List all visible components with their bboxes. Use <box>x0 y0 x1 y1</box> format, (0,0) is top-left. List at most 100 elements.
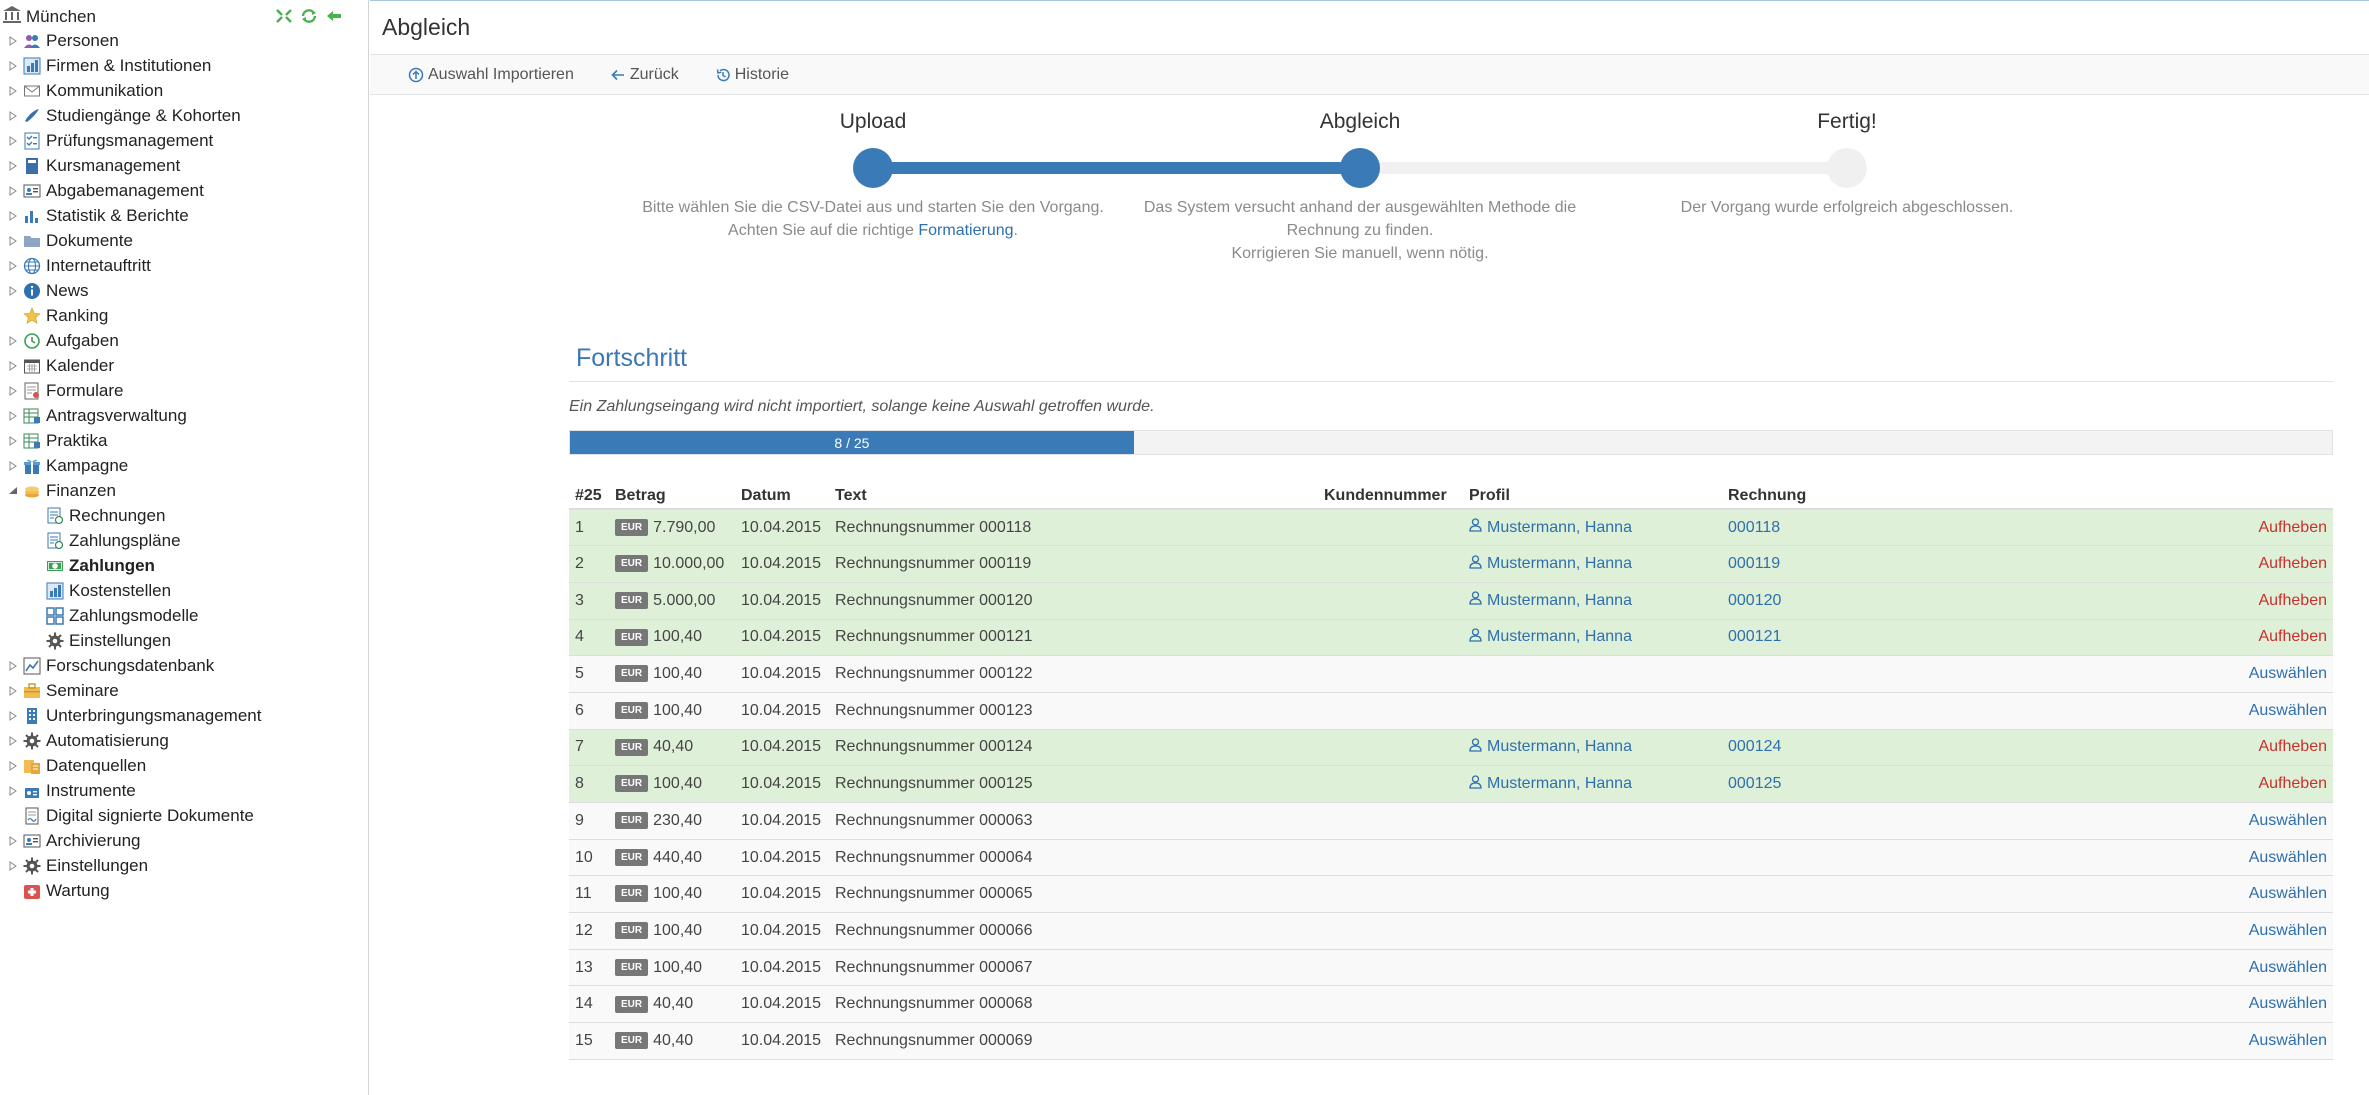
sidebar-item-datenquellen[interactable]: Datenquellen <box>0 753 368 778</box>
invoice-link[interactable]: 000125 <box>1728 775 1781 792</box>
invoice-link[interactable]: 000120 <box>1728 592 1781 609</box>
tree-root[interactable]: München <box>0 4 96 29</box>
sidebar-item-wartung[interactable]: Wartung <box>0 878 368 903</box>
history-button[interactable]: Historie <box>715 66 789 84</box>
caret-right-icon[interactable] <box>6 459 20 473</box>
select-button[interactable]: Auswählen <box>2249 959 2327 976</box>
sidebar-item-kommunikation[interactable]: Kommunikation <box>0 78 368 103</box>
caret-right-icon[interactable] <box>6 384 20 398</box>
sidebar-item-zahlungen[interactable]: Zahlungen <box>0 553 368 578</box>
caret-right-icon[interactable] <box>6 184 20 198</box>
caret-right-icon[interactable] <box>6 284 20 298</box>
select-button[interactable]: Auswählen <box>2249 702 2327 719</box>
select-button[interactable]: Auswählen <box>2249 812 2327 829</box>
profile-link[interactable]: Mustermann, Hanna <box>1469 775 1632 794</box>
profile-link[interactable]: Mustermann, Hanna <box>1469 738 1632 757</box>
caret-right-icon[interactable] <box>6 359 20 373</box>
cell-invoice <box>1722 1022 1922 1060</box>
collapse-icon[interactable] <box>324 8 343 24</box>
sidebar-item-prüfungsmanagement[interactable]: Prüfungsmanagement <box>0 128 368 153</box>
select-button[interactable]: Auswählen <box>2249 849 2327 866</box>
expand-all-icon[interactable] <box>274 8 293 24</box>
remove-selection-button[interactable]: Aufheben <box>2258 738 2327 755</box>
sidebar-item-finanzen[interactable]: Finanzen <box>0 478 368 503</box>
sidebar-item-kampagne[interactable]: Kampagne <box>0 453 368 478</box>
currency-badge: EUR <box>615 1032 649 1050</box>
caret-right-icon[interactable] <box>6 684 20 698</box>
sidebar-item-statistik-berichte[interactable]: Statistik & Berichte <box>0 203 368 228</box>
sidebar-item-unterbringungsmanagement[interactable]: Unterbringungsmanagement <box>0 703 368 728</box>
profile-link[interactable]: Mustermann, Hanna <box>1469 628 1632 647</box>
refresh-icon[interactable] <box>299 8 318 24</box>
remove-selection-button[interactable]: Aufheben <box>2258 592 2327 609</box>
caret-right-icon[interactable] <box>6 659 20 673</box>
remove-selection-button[interactable]: Aufheben <box>2258 555 2327 572</box>
sidebar-item-studiengänge-kohorten[interactable]: Studiengänge & Kohorten <box>0 103 368 128</box>
caret-right-icon[interactable] <box>6 159 20 173</box>
formatting-link[interactable]: Formatierung <box>918 222 1013 239</box>
caret-right-icon[interactable] <box>6 84 20 98</box>
sidebar-item-formulare[interactable]: Formulare <box>0 378 368 403</box>
caret-down-icon[interactable] <box>6 484 20 498</box>
cell-invoice <box>1722 875 1922 914</box>
sidebar-item-zahlungsmodelle[interactable]: Zahlungsmodelle <box>0 603 368 628</box>
select-button[interactable]: Auswählen <box>2249 1032 2327 1049</box>
caret-right-icon[interactable] <box>6 109 20 123</box>
caret-right-icon[interactable] <box>6 709 20 723</box>
sidebar-item-zahlungspläne[interactable]: Zahlungspläne <box>0 528 368 553</box>
caret-right-icon[interactable] <box>6 59 20 73</box>
sidebar-item-ranking[interactable]: Ranking <box>0 303 368 328</box>
sidebar-item-firmen-institutionen[interactable]: Firmen & Institutionen <box>0 53 368 78</box>
caret-right-icon[interactable] <box>6 209 20 223</box>
cell-profile: Mustermann, Hanna <box>1463 509 1722 547</box>
sidebar-item-praktika[interactable]: Praktika <box>0 428 368 453</box>
caret-right-icon[interactable] <box>6 134 20 148</box>
invoice-link[interactable]: 000121 <box>1728 628 1781 645</box>
caret-right-icon[interactable] <box>6 859 20 873</box>
caret-right-icon[interactable] <box>6 409 20 423</box>
caret-right-icon[interactable] <box>6 334 20 348</box>
select-button[interactable]: Auswählen <box>2249 922 2327 939</box>
back-button[interactable]: Zurück <box>610 66 679 84</box>
profile-link[interactable]: Mustermann, Hanna <box>1469 554 1632 574</box>
sidebar-item-rechnungen[interactable]: Rechnungen <box>0 503 368 528</box>
invoice-link[interactable]: 000118 <box>1728 519 1780 536</box>
caret-right-icon[interactable] <box>6 759 20 773</box>
remove-selection-button[interactable]: Aufheben <box>2258 519 2327 536</box>
select-button[interactable]: Auswählen <box>2249 665 2327 682</box>
sidebar-item-einstellungen[interactable]: Einstellungen <box>0 628 368 653</box>
remove-selection-button[interactable]: Aufheben <box>2258 775 2327 792</box>
sidebar-item-kursmanagement[interactable]: Kursmanagement <box>0 153 368 178</box>
sidebar-item-news[interactable]: News <box>0 278 368 303</box>
import-selection-button[interactable]: Auswahl Importieren <box>408 66 574 84</box>
sidebar-item-antragsverwaltung[interactable]: Antragsverwaltung <box>0 403 368 428</box>
remove-selection-button[interactable]: Aufheben <box>2258 628 2327 645</box>
sidebar-item-aufgaben[interactable]: Aufgaben <box>0 328 368 353</box>
sidebar-item-seminare[interactable]: Seminare <box>0 678 368 703</box>
sidebar-item-internetauftritt[interactable]: Internetauftritt <box>0 253 368 278</box>
profile-link[interactable]: Mustermann, Hanna <box>1469 591 1632 610</box>
sidebar-item-personen[interactable]: Personen <box>0 28 368 53</box>
caret-right-icon[interactable] <box>6 784 20 798</box>
sidebar-item-dokumente[interactable]: Dokumente <box>0 228 368 253</box>
sidebar-item-abgabemanagement[interactable]: Abgabemanagement <box>0 178 368 203</box>
sidebar-item-kostenstellen[interactable]: Kostenstellen <box>0 578 368 603</box>
caret-right-icon[interactable] <box>6 259 20 273</box>
invoice-link[interactable]: 000124 <box>1728 738 1781 755</box>
invoice-link[interactable]: 000119 <box>1728 555 1780 572</box>
sidebar-item-kalender[interactable]: Kalender <box>0 353 368 378</box>
sidebar-item-automatisierung[interactable]: Automatisierung <box>0 728 368 753</box>
select-button[interactable]: Auswählen <box>2249 885 2327 902</box>
select-button[interactable]: Auswählen <box>2249 995 2327 1012</box>
caret-right-icon[interactable] <box>6 234 20 248</box>
sidebar-item-archivierung[interactable]: Archivierung <box>0 828 368 853</box>
profile-link[interactable]: Mustermann, Hanna <box>1469 518 1632 537</box>
caret-right-icon[interactable] <box>6 434 20 448</box>
sidebar-item-digital-signierte-dokumente[interactable]: Digital signierte Dokumente <box>0 803 368 828</box>
caret-right-icon[interactable] <box>6 34 20 48</box>
sidebar-item-forschungsdatenbank[interactable]: Forschungsdatenbank <box>0 653 368 678</box>
sidebar-item-instrumente[interactable]: Instrumente <box>0 778 368 803</box>
caret-right-icon[interactable] <box>6 734 20 748</box>
caret-right-icon[interactable] <box>6 834 20 848</box>
sidebar-item-einstellungen[interactable]: Einstellungen <box>0 853 368 878</box>
